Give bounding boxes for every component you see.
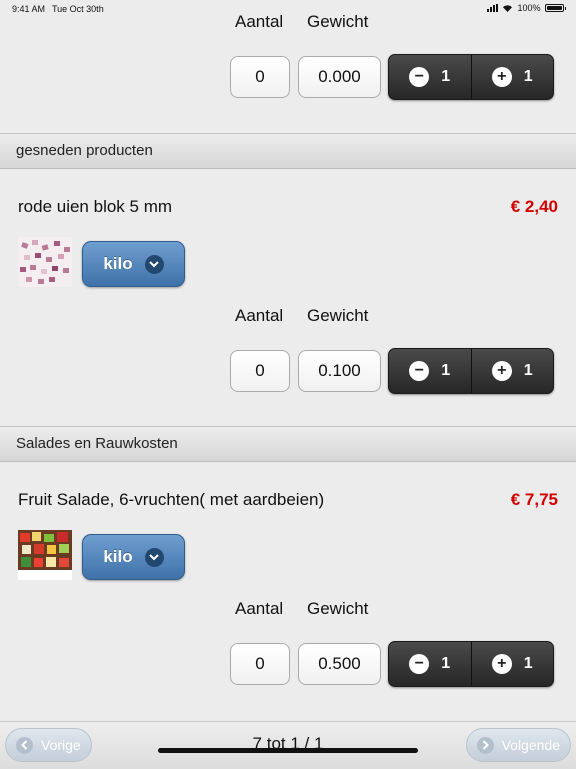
decrement-button[interactable]: − 1 [389, 642, 471, 686]
product-name: Fruit Salade, 6-vruchten( met aardbeien) [18, 490, 325, 509]
status-time: 9:41 AM [12, 4, 46, 14]
decrement-label: 1 [441, 362, 451, 379]
minus-icon: − [409, 361, 430, 381]
status-right: 100% [487, 3, 566, 13]
decrement-label: 1 [441, 68, 451, 85]
unit-label: kilo [103, 254, 133, 273]
increment-button[interactable]: + 1 [470, 642, 554, 686]
status-date: Tue Oct 30th [52, 4, 104, 14]
next-label: Volgende [501, 737, 560, 753]
next-button[interactable]: Volgende [465, 728, 571, 762]
weight-label: Gewicht [307, 12, 369, 31]
section-header: gesneden producten [0, 133, 576, 169]
weight-field[interactable]: 0.500 [298, 643, 381, 685]
product-name: rode uien blok 5 mm [18, 197, 173, 216]
unit-label: kilo [103, 547, 133, 566]
weight-field[interactable]: 0.100 [298, 350, 381, 392]
unit-dropdown-button[interactable]: kilo [82, 241, 185, 287]
plus-icon: + [491, 654, 512, 674]
weight-label: Gewicht [307, 599, 369, 618]
increment-label: 1 [523, 362, 533, 379]
quantity-field[interactable]: 0 [230, 350, 290, 392]
increment-button[interactable]: + 1 [470, 55, 554, 99]
weight-field[interactable]: 0.000 [298, 56, 381, 98]
quantity-stepper: − 1 + 1 [388, 54, 554, 100]
decrement-label: 1 [441, 655, 451, 672]
chevron-down-icon [144, 254, 164, 274]
increment-label: 1 [523, 68, 533, 85]
increment-label: 1 [523, 655, 533, 672]
minus-icon: − [409, 67, 430, 87]
section-header: Salades en Rauwkosten [0, 426, 576, 462]
weight-label: Gewicht [307, 306, 369, 325]
home-indicator [158, 748, 418, 753]
plus-icon: + [491, 67, 512, 87]
wifi-icon [503, 5, 513, 12]
signal-icon [487, 4, 499, 12]
unit-dropdown-button[interactable]: kilo [82, 534, 185, 580]
product-price: € 2,40 [510, 197, 558, 216]
quantity-field[interactable]: 0 [230, 643, 290, 685]
decrement-button[interactable]: − 1 [389, 55, 471, 99]
quantity-field[interactable]: 0 [230, 56, 290, 98]
increment-button[interactable]: + 1 [470, 349, 554, 393]
product-image [18, 530, 72, 580]
quantity-label: Aantal [235, 599, 284, 618]
plus-icon: + [491, 361, 512, 381]
battery-percentage: 100% [517, 3, 541, 13]
product-image [18, 237, 72, 287]
quantity-stepper: − 1 + 1 [388, 641, 554, 687]
chevron-right-icon [476, 736, 494, 754]
quantity-label: Aantal [235, 306, 284, 325]
chevron-down-icon [144, 547, 164, 567]
footer-bar: Vorige 7 tot 1 / 1 Volgende [0, 721, 576, 769]
quantity-stepper: − 1 + 1 [388, 348, 554, 394]
decrement-button[interactable]: − 1 [389, 349, 471, 393]
minus-icon: − [409, 654, 430, 674]
battery-icon [544, 4, 564, 12]
product-price: € 7,75 [510, 490, 558, 509]
status-bar: 9:41 AM Tue Oct 30th 100% [0, 0, 576, 18]
quantity-label: Aantal [235, 12, 284, 31]
